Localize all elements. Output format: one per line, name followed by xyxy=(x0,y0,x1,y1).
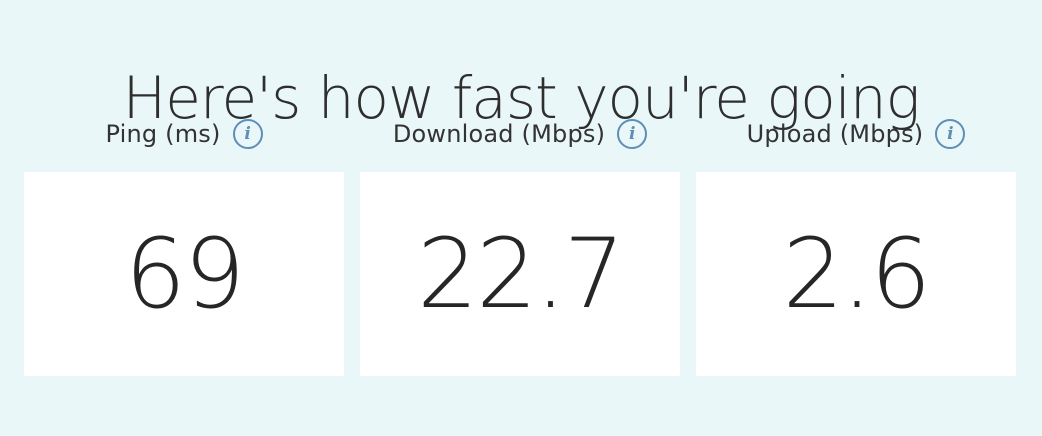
download-value-card: 22.7 xyxy=(360,172,680,376)
ping-metric: Ping (ms) i 69 xyxy=(24,112,344,376)
ping-info-icon[interactable]: i xyxy=(232,119,263,149)
download-value: 22.7 xyxy=(417,218,625,330)
download-header: Download (Mbps) i xyxy=(360,112,680,156)
download-metric: Download (Mbps) i 22.7 xyxy=(360,112,680,376)
ping-value: 69 xyxy=(124,218,245,330)
upload-info-icon[interactable]: i xyxy=(935,119,966,149)
upload-metric: Upload (Mbps) i 2.6 xyxy=(696,112,1016,376)
download-info-icon[interactable]: i xyxy=(617,119,648,149)
upload-label: Upload (Mbps) xyxy=(746,120,924,148)
upload-header: Upload (Mbps) i xyxy=(696,112,1016,156)
ping-value-card: 69 xyxy=(24,172,344,376)
download-label: Download (Mbps) xyxy=(392,120,606,148)
upload-value-card: 2.6 xyxy=(696,172,1016,376)
ping-label: Ping (ms) xyxy=(105,120,221,148)
upload-value: 2.6 xyxy=(782,218,932,330)
ping-header: Ping (ms) i xyxy=(24,112,344,156)
